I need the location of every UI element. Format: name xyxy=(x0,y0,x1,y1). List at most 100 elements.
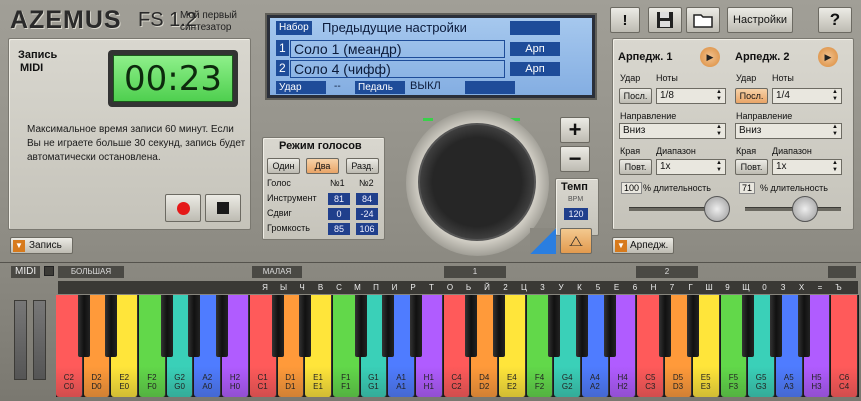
lcd-display: Набор Предыдущие настройки 1 Соло 1 (меа… xyxy=(265,13,597,100)
mode-split-button[interactable]: Разд. xyxy=(346,158,379,174)
arp2-title: Арпедж. 2 xyxy=(735,51,790,63)
arp-toggle[interactable]: ▼ Арпедж. xyxy=(612,237,674,254)
instrument-voice2[interactable]: 84 xyxy=(356,193,378,205)
recording-toggle[interactable]: ▼ Запись xyxy=(10,237,73,254)
note-key-letter: Ц xyxy=(521,283,527,292)
black-key[interactable] xyxy=(271,295,284,357)
arp2-play-icon[interactable]: ▶ xyxy=(818,47,838,67)
arp2-duration-slider[interactable] xyxy=(792,196,818,222)
black-key[interactable] xyxy=(77,295,90,357)
black-key[interactable] xyxy=(576,295,589,357)
black-key[interactable] xyxy=(160,295,173,357)
voice-mode-title: Режим голосов xyxy=(279,140,362,152)
white-key-label: D2 D0 xyxy=(91,373,102,391)
arp1-play-icon[interactable]: ▶ xyxy=(700,47,720,67)
black-key[interactable] xyxy=(548,295,561,357)
arp1-notes-select[interactable]: 1/8 xyxy=(656,88,726,104)
note-key-letter: 5 xyxy=(595,283,601,292)
pedal-value: ВЫКЛ xyxy=(410,80,441,92)
black-key[interactable] xyxy=(382,295,395,357)
white-key-label: H4 H2 xyxy=(617,373,628,391)
note-key-letter: 3 xyxy=(540,283,545,292)
black-key[interactable] xyxy=(797,295,810,357)
octave-label-2: 2 xyxy=(636,266,698,278)
note-key-letter: В xyxy=(317,283,324,292)
black-key[interactable] xyxy=(188,295,201,357)
arp2-duration-value[interactable]: 71 xyxy=(739,182,756,194)
note-key-letter: 7 xyxy=(669,283,675,292)
pitch-wheel[interactable] xyxy=(14,300,27,380)
open-button[interactable] xyxy=(686,7,720,33)
record-button[interactable] xyxy=(165,194,201,222)
note-key-letter: П xyxy=(373,283,379,292)
arp1-duration-value[interactable]: 100 xyxy=(621,182,643,194)
black-key[interactable] xyxy=(105,295,118,357)
arp2-range-select[interactable]: 1x xyxy=(772,159,842,175)
stop-button[interactable] xyxy=(205,194,241,222)
mode-dual-button[interactable]: Два xyxy=(306,158,339,174)
mod-wheel[interactable] xyxy=(33,300,46,380)
arp2-notes-select[interactable]: 1/4 xyxy=(772,88,842,104)
instrument-voice1[interactable]: 81 xyxy=(328,193,350,205)
volume-voice2[interactable]: 106 xyxy=(356,223,378,235)
question-button[interactable]: ? xyxy=(818,7,852,33)
note-key-letter: Р xyxy=(410,283,416,292)
shift-voice2[interactable]: -24 xyxy=(356,208,378,220)
black-key[interactable] xyxy=(465,295,478,357)
black-key[interactable] xyxy=(216,295,229,357)
black-key[interactable] xyxy=(409,295,422,357)
arp2-direction-select[interactable]: Вниз xyxy=(735,123,842,139)
white-key-label: G2 G0 xyxy=(174,373,185,391)
arp1-duration-slider[interactable] xyxy=(704,196,730,222)
slot2-arp-badge[interactable]: Арп xyxy=(510,62,560,76)
recording-title-line1: Запись xyxy=(18,49,58,61)
arp1-edges-button[interactable]: Повт. xyxy=(619,159,652,175)
slot2-name[interactable]: Соло 4 (чифф) xyxy=(290,60,505,78)
tempo-value[interactable]: 120 xyxy=(564,208,588,220)
arp2-edges-button[interactable]: Повт. xyxy=(735,159,768,175)
settings-button[interactable]: Настройки xyxy=(727,7,793,33)
minus-button[interactable]: − xyxy=(560,146,590,172)
tempo-unit: BPM xyxy=(568,196,584,203)
black-key[interactable] xyxy=(299,295,312,357)
octave-label-1: 1 xyxy=(444,266,506,278)
white-key-label: G4 G2 xyxy=(561,373,573,391)
metronome-button[interactable]: ⧍ xyxy=(560,228,592,254)
arp1-strike-button[interactable]: Посл. xyxy=(619,88,652,104)
arp2-direction-label: Направление xyxy=(736,111,793,121)
white-key-label: A5 A3 xyxy=(783,373,794,391)
arp2-strike-button[interactable]: Посл. xyxy=(735,88,768,104)
stop-icon xyxy=(217,202,229,214)
preset-value[interactable]: Предыдущие настройки xyxy=(322,20,467,35)
black-key[interactable] xyxy=(493,295,506,357)
shift-voice1[interactable]: 0 xyxy=(328,208,350,220)
tempo-triangle-button[interactable] xyxy=(530,228,556,254)
note-key-letter: Ы xyxy=(279,283,288,292)
app-logo: AZEMUS xyxy=(10,6,122,34)
black-key[interactable] xyxy=(742,295,755,357)
black-key[interactable] xyxy=(686,295,699,357)
volume-voice1[interactable]: 85 xyxy=(328,223,350,235)
black-key[interactable] xyxy=(659,295,672,357)
black-key[interactable] xyxy=(354,295,367,357)
help-button[interactable]: ! xyxy=(610,7,640,33)
mode-single-button[interactable]: Один xyxy=(267,158,300,174)
white-key-label: D5 D3 xyxy=(672,373,684,391)
main-knob[interactable] xyxy=(418,123,536,241)
plus-button[interactable]: + xyxy=(560,117,590,143)
white-key[interactable]: C6 C4 xyxy=(831,295,858,397)
app-subtitle: Мой первый синтезатор xyxy=(180,10,237,33)
slot1-name[interactable]: Соло 1 (меандр) xyxy=(290,40,505,58)
black-key[interactable] xyxy=(769,295,782,357)
slot1-arp-badge[interactable]: Арп xyxy=(510,42,560,56)
arp1-direction-select[interactable]: Вниз xyxy=(619,123,726,139)
arp1-range-select[interactable]: 1x xyxy=(656,159,726,175)
white-key-label: E1 E1 xyxy=(313,373,323,391)
white-key-label: C5 C3 xyxy=(645,373,656,391)
black-key[interactable] xyxy=(603,295,616,357)
keyboard-divider xyxy=(0,262,861,263)
note-key-letter: 2 xyxy=(503,283,508,292)
note-key-letter: Ш xyxy=(705,283,713,292)
timer-value: 00:23 xyxy=(113,55,233,102)
save-button[interactable] xyxy=(648,7,682,33)
